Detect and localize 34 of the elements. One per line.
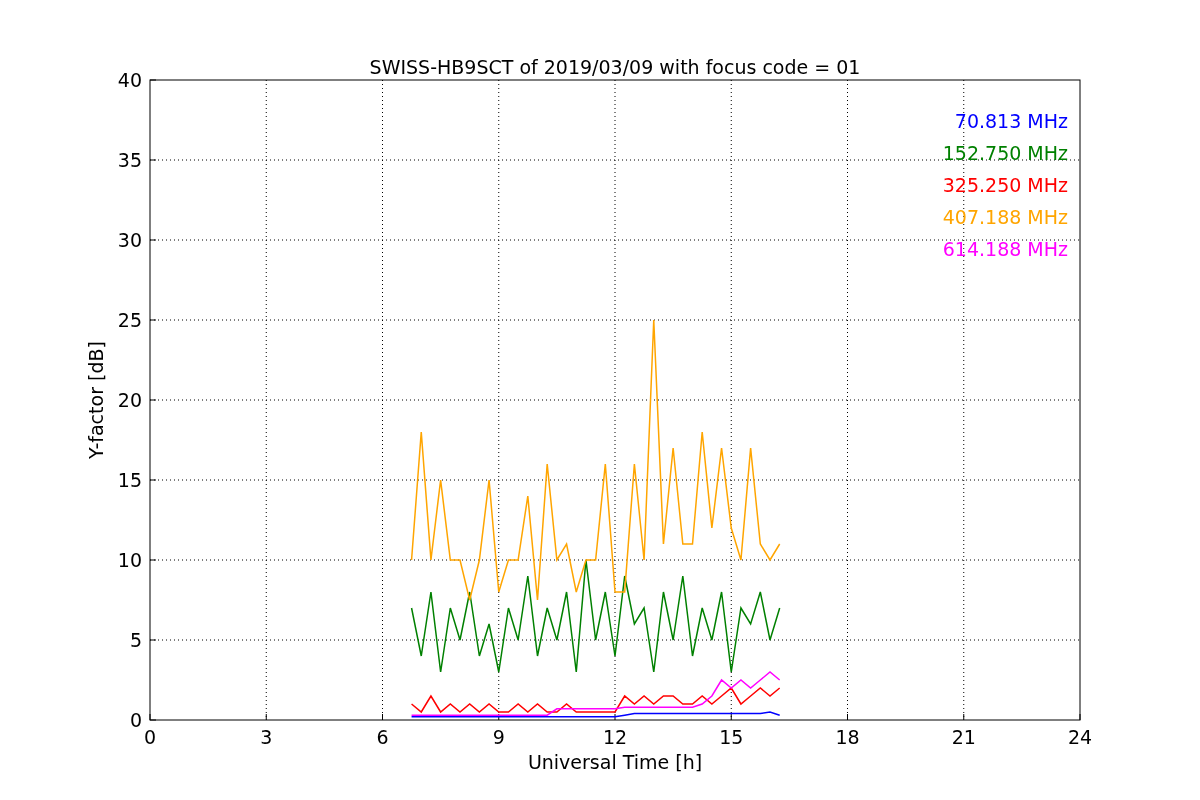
y-tick-label: 0	[129, 709, 142, 731]
y-tick-label: 30	[117, 229, 142, 251]
x-tick-label: 6	[376, 726, 389, 748]
y-tick-mark	[149, 239, 157, 241]
x-tick-label: 21	[951, 726, 976, 748]
legend-label: 614.188 MHz	[942, 238, 1068, 260]
legend-label: 325.250 MHz	[942, 174, 1068, 196]
chart-title: SWISS-HB9SCT of 2019/03/09 with focus code = 01	[369, 56, 861, 78]
y-tick-mark	[149, 399, 157, 401]
x-tick-label: 12	[602, 726, 628, 748]
legend-label: 70.813 MHz	[954, 110, 1068, 132]
y-tick-label: 20	[117, 389, 142, 411]
x-tick-mark	[614, 713, 616, 721]
y-tick-mark	[149, 319, 157, 321]
legend-label: 152.750 MHz	[942, 142, 1068, 164]
y-tick-label: 35	[117, 149, 142, 171]
y-tick-mark	[149, 479, 157, 481]
x-tick-label: 24	[1067, 726, 1093, 748]
y-tick-mark	[149, 639, 157, 641]
y-tick-mark	[149, 559, 157, 561]
y-tick-label: 5	[129, 629, 142, 651]
y-axis-label: Y-factor [dB]	[85, 341, 107, 459]
y-tick-mark	[149, 159, 157, 161]
x-tick-label: 3	[260, 726, 273, 748]
legend-label: 407.188 MHz	[942, 206, 1068, 228]
y-tick-label: 10	[117, 549, 142, 571]
x-tick-label: 0	[143, 726, 157, 748]
x-tick-label: 9	[492, 726, 505, 748]
x-tick-label: 15	[719, 726, 744, 748]
x-axis-label: Universal Time [h]	[527, 751, 703, 773]
y-tick-label: 15	[117, 469, 142, 491]
y-tick-label: 25	[117, 309, 142, 331]
x-tick-label: 18	[835, 726, 860, 748]
y-tick-label: 40	[117, 69, 142, 91]
